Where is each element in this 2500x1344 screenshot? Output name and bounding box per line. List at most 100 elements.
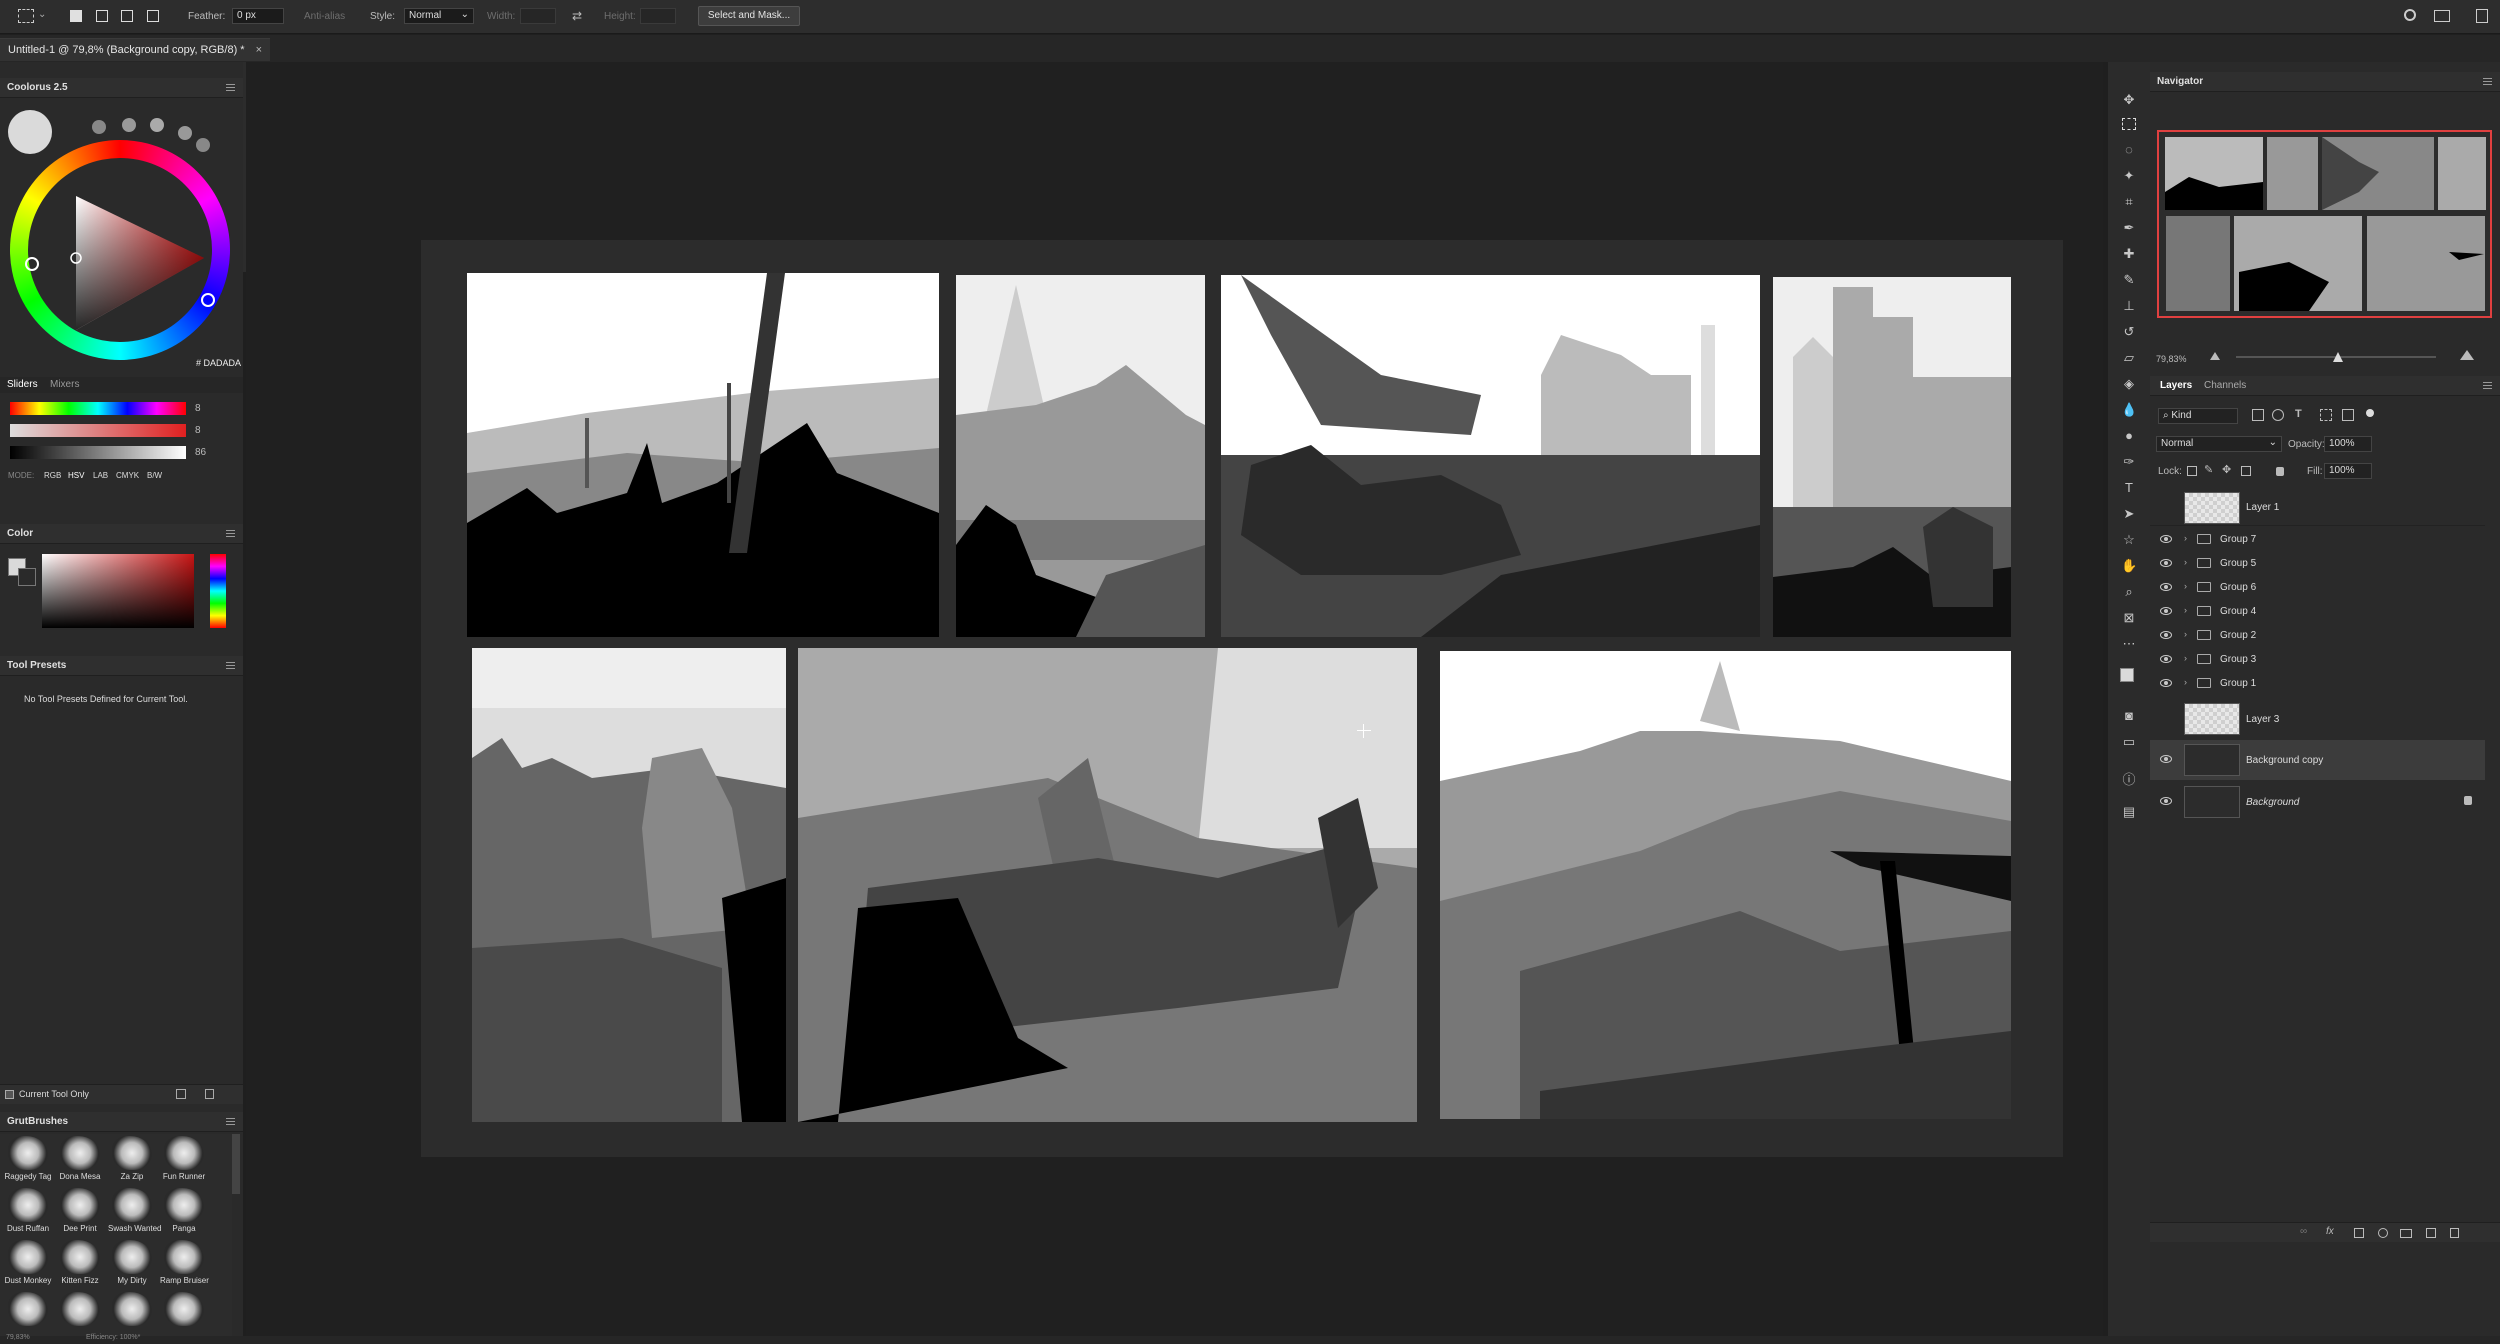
layer-group-row[interactable]: › Group 6	[2150, 576, 2485, 600]
brush-item[interactable]: Ramp Bruiser	[160, 1238, 209, 1288]
layer-group-row[interactable]: › Group 7	[2150, 528, 2485, 552]
fill-input[interactable]: 100%	[2324, 463, 2372, 479]
brush-item[interactable]	[160, 1290, 208, 1340]
brush-item[interactable]: Dust Ruffan	[4, 1186, 52, 1236]
rotate-view-icon[interactable]: ⊠	[2121, 610, 2137, 626]
visibility-eye-icon[interactable]	[2160, 583, 2172, 591]
clone-stamp-icon[interactable]: ⊥	[2121, 298, 2137, 314]
filter-shape-icon[interactable]	[2320, 409, 2332, 421]
brush-item[interactable]	[56, 1290, 104, 1340]
crop-icon[interactable]: ⌗	[2121, 194, 2137, 210]
properties-icon[interactable]: ▤	[2121, 804, 2137, 820]
swatch-presets[interactable]	[92, 114, 222, 152]
layer-row[interactable]: Background	[2150, 782, 2485, 822]
blur-icon[interactable]: 💧	[2121, 402, 2137, 418]
trash-icon[interactable]	[2450, 1228, 2459, 1238]
panel-menu-icon[interactable]	[226, 1118, 235, 1125]
navigator-zoom[interactable]: 79,83%	[2156, 354, 2187, 364]
lock-artboard-icon[interactable]	[2241, 466, 2251, 476]
hue-value[interactable]: 8	[195, 403, 201, 414]
link-layers-icon[interactable]: ∞	[2300, 1226, 2307, 1237]
layer-group-row[interactable]: › Group 4	[2150, 600, 2485, 624]
add-selection-icon[interactable]	[96, 10, 108, 22]
background-swatch[interactable]	[18, 568, 36, 586]
workspace-icon[interactable]	[2434, 10, 2450, 22]
mode-hsv[interactable]: HSV	[68, 471, 84, 480]
brush-item[interactable]: Dee Print	[56, 1186, 104, 1236]
brightness-slider[interactable]	[10, 446, 186, 459]
brush-item[interactable]	[4, 1290, 52, 1340]
filter-pixel-icon[interactable]	[2252, 409, 2264, 421]
trash-icon[interactable]	[205, 1089, 214, 1099]
intersect-selection-icon[interactable]	[147, 10, 159, 22]
brush-tool-icon[interactable]: ✎	[2121, 272, 2137, 288]
brush-scrollbar[interactable]	[232, 1134, 240, 1194]
mode-lab[interactable]: LAB	[93, 471, 108, 480]
current-tool-only-checkbox[interactable]	[5, 1090, 14, 1099]
layer-row-selected[interactable]: Background copy	[2150, 740, 2485, 780]
chevron-right-icon[interactable]: ›	[2184, 581, 2187, 591]
zoom-tool-icon[interactable]: ⌕	[2121, 584, 2137, 600]
adjustment-layer-icon[interactable]	[2378, 1228, 2388, 1238]
chevron-right-icon[interactable]: ›	[2184, 653, 2187, 663]
document-tab[interactable]: Untitled-1 @ 79,8% (Background copy, RGB…	[0, 38, 270, 61]
layer-group-row[interactable]: › Group 3	[2150, 648, 2485, 672]
antialias-checkbox[interactable]: Anti-alias	[304, 11, 345, 22]
style-select[interactable]: Normal ⌄	[404, 8, 474, 24]
filter-kind-select[interactable]: ⌕ Kind	[2158, 408, 2238, 424]
panel-menu-icon[interactable]	[226, 662, 235, 669]
new-layer-icon[interactable]	[2426, 1228, 2436, 1238]
visibility-eye-icon[interactable]	[2160, 535, 2172, 543]
type-tool-icon[interactable]: T	[2121, 480, 2137, 496]
lock-transparent-icon[interactable]	[2187, 466, 2197, 476]
brush-item[interactable]: Za Zip	[108, 1134, 156, 1184]
chevron-right-icon[interactable]: ›	[2184, 605, 2187, 615]
path-selection-icon[interactable]: ➤	[2121, 506, 2137, 522]
lasso-icon[interactable]: ◌	[2121, 142, 2137, 158]
brush-item[interactable]: Panga	[160, 1186, 208, 1236]
visibility-eye-icon[interactable]	[2160, 631, 2172, 639]
close-tab-icon[interactable]: ×	[256, 39, 262, 61]
visibility-eye-icon[interactable]	[2160, 655, 2172, 663]
layer-group-row[interactable]: › Group 2	[2150, 624, 2485, 648]
subtract-selection-icon[interactable]	[121, 10, 133, 22]
magic-wand-icon[interactable]: ✦	[2121, 168, 2137, 184]
panel-menu-icon[interactable]	[2483, 382, 2492, 389]
feather-input[interactable]: 0 px	[232, 8, 284, 24]
chevron-right-icon[interactable]: ›	[2184, 677, 2187, 687]
pen-icon[interactable]: ✑	[2121, 454, 2137, 470]
tab-mixers[interactable]: Mixers	[50, 379, 79, 390]
chevron-right-icon[interactable]: ›	[2184, 557, 2187, 567]
healing-brush-icon[interactable]: ✚	[2121, 246, 2137, 262]
brush-item[interactable]	[108, 1290, 156, 1340]
brush-item[interactable]: Swash Wanted	[108, 1186, 162, 1236]
panel-menu-icon[interactable]	[226, 530, 235, 537]
chevron-right-icon[interactable]: ›	[2184, 533, 2187, 543]
swap-icon[interactable]: ⇄	[572, 9, 582, 23]
visibility-eye-icon[interactable]	[2160, 607, 2172, 615]
panel-menu-icon[interactable]	[2483, 78, 2492, 85]
move-tool-icon[interactable]: ✥	[2121, 92, 2137, 108]
visibility-eye-icon[interactable]	[2160, 559, 2172, 567]
lock-all-icon[interactable]	[2276, 467, 2284, 476]
screen-mode-icon[interactable]: ▭	[2121, 734, 2137, 750]
shape-tool-icon[interactable]: ☆	[2121, 532, 2137, 548]
visibility-eye-icon[interactable]	[2160, 755, 2172, 763]
new-group-icon[interactable]	[2400, 1229, 2412, 1238]
eyedropper-icon[interactable]: ✒	[2121, 220, 2137, 236]
mode-rgb[interactable]: RGB	[44, 471, 61, 480]
paint-bucket-icon[interactable]: ◈	[2121, 376, 2137, 392]
chevron-right-icon[interactable]: ›	[2184, 629, 2187, 639]
color-field[interactable]	[42, 554, 194, 628]
share-icon[interactable]	[2476, 9, 2488, 23]
document-canvas[interactable]	[421, 240, 2063, 1157]
info-icon[interactable]: ⓘ	[2121, 772, 2137, 788]
dodge-icon[interactable]: ●	[2121, 428, 2137, 444]
new-preset-icon[interactable]	[176, 1089, 186, 1099]
foreground-color-icon[interactable]	[2120, 668, 2134, 682]
eraser-icon[interactable]: ▱	[2121, 350, 2137, 366]
quick-mask-icon[interactable]: ◙	[2121, 708, 2137, 724]
add-mask-icon[interactable]	[2354, 1228, 2364, 1238]
brush-item[interactable]: My Dirty	[108, 1238, 156, 1288]
history-brush-icon[interactable]: ↺	[2121, 324, 2137, 340]
